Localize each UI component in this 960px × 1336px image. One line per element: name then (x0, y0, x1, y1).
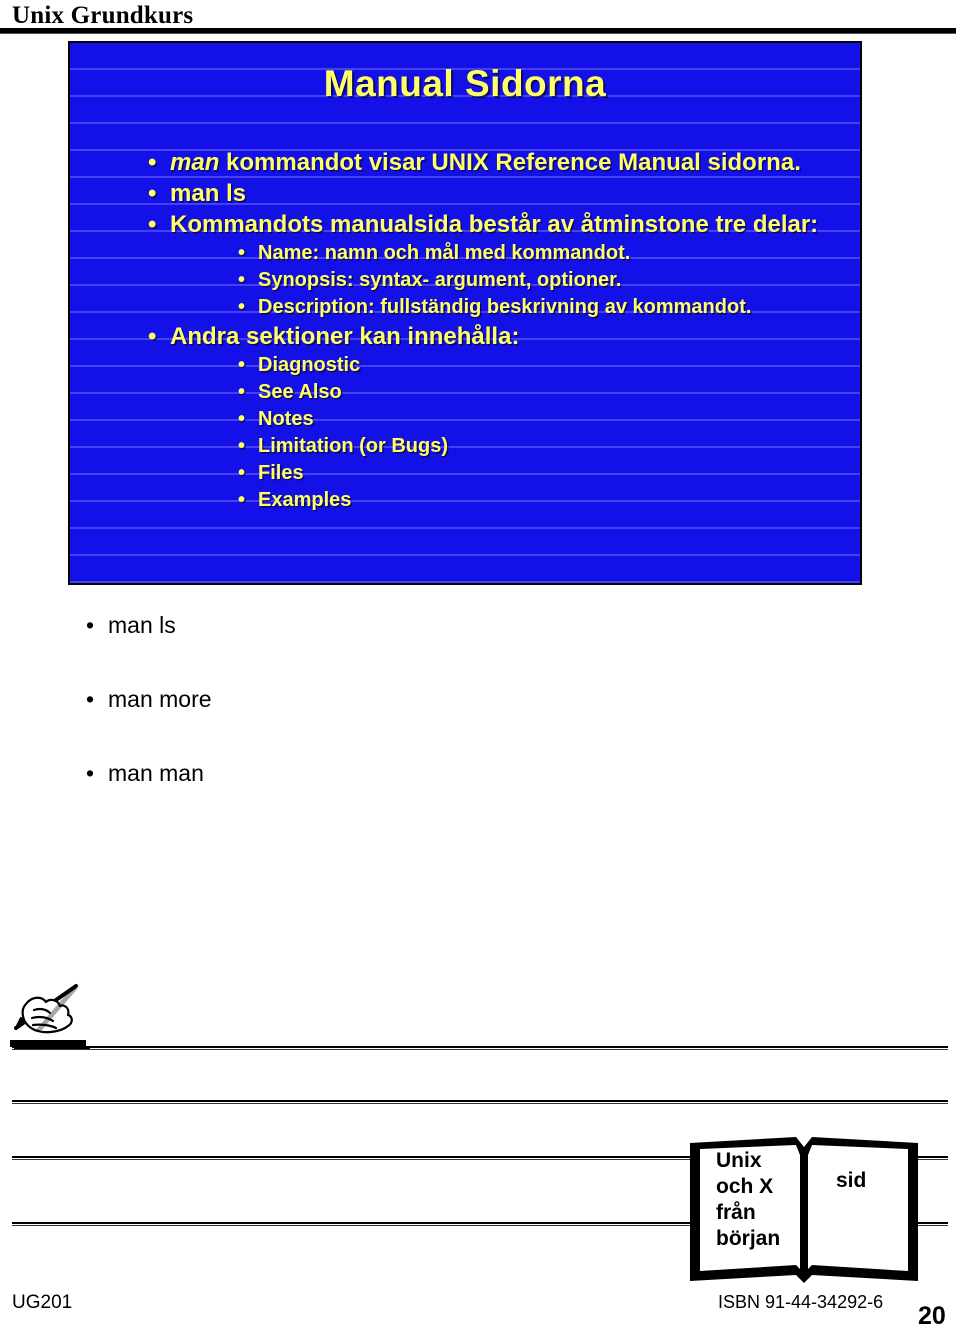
slide-bullet-text: Synopsis: syntax- argument, optioner. (258, 269, 622, 291)
slide-bullet-text: See Also (258, 381, 342, 403)
bullet-dot-icon: • (238, 489, 246, 511)
slide-bullet-item: • Files (238, 460, 860, 487)
slide-bullet-item: • man kommandot visar UNIX Reference Manu… (148, 147, 860, 178)
slide-bullet-text: man kommandot visar UNIX Reference Manua… (170, 149, 801, 176)
slide-title: Manual Sidorna (323, 63, 607, 104)
slide-bullet-item: • Notes (238, 406, 860, 433)
notes-list: • man ls • man more • man man (0, 610, 960, 832)
note-text: man man (108, 760, 204, 786)
slide-bullet-item: • Kommandots manualsida består av åtminst… (148, 209, 860, 240)
bullet-dot-icon: • (86, 686, 95, 712)
book-left-page-text: Unix och X från början (716, 1148, 800, 1252)
slide-bullet-text: Name: namn och mål med kommandot. (258, 242, 631, 264)
footer-isbn: ISBN 91-44-34292-6 (718, 1292, 884, 1312)
slide-bullet-item: • man ls (148, 178, 860, 209)
slide-bullet-text: Description: fullständig beskrivning av … (258, 296, 752, 318)
hand-icon-underline (10, 1040, 86, 1047)
bullet-dot-icon: • (86, 760, 95, 786)
course-title: Unix Grundkurs (12, 2, 194, 29)
note-item: • man ls (86, 610, 960, 640)
bullet-dot-icon: • (148, 211, 157, 238)
bullet-dot-icon: • (238, 296, 246, 318)
slide-bullet-text: Kommandots manualsida består av åtminsto… (170, 211, 819, 238)
bullet-dot-icon: • (238, 408, 246, 430)
bullet-dot-icon: • (86, 612, 95, 638)
slide-bullet-text: Files (258, 462, 304, 484)
ruled-line-2-thin (12, 1103, 948, 1104)
note-text: man ls (108, 612, 176, 638)
slide-bullet-list: • man kommandot visar UNIX Reference Manu… (70, 147, 860, 514)
book-left-page-line: från (716, 1201, 756, 1224)
slide-bullet-item: • Examples (238, 487, 860, 514)
bullet-dot-icon: • (148, 323, 157, 350)
bullet-dot-icon: • (238, 269, 246, 291)
book-right-page-text: sid (836, 1169, 867, 1192)
hand-writing-icon (8, 978, 98, 1040)
slide-bullet-text: man ls (170, 180, 247, 207)
ruled-line-2 (12, 1100, 948, 1102)
slide-bullet-text: Diagnostic (258, 354, 361, 376)
book-left-page-line: Unix (716, 1149, 762, 1172)
bullet-dot-icon: • (238, 435, 246, 457)
slide-bullet-text: Andra sektioner kan innehålla: (170, 323, 520, 350)
slide-panel: Manual Sidorna • man kommandot visar UNIX… (68, 41, 862, 585)
book-left-page-line: början (716, 1227, 781, 1250)
page-number: 20 (918, 1302, 946, 1330)
slide-bullet-item: • Synopsis: syntax- argument, optioner. (238, 267, 860, 294)
slide-bullet-item: • Description: fullständig beskrivning av… (238, 294, 860, 321)
footer-course-code: UG201 (12, 1292, 73, 1313)
slide-bullet-text: Limitation (or Bugs) (258, 435, 448, 457)
bullet-dot-icon: • (238, 242, 246, 264)
bullet-dot-icon: • (148, 149, 157, 176)
ruled-line-1-thin (12, 1049, 948, 1050)
hand-icon-underline-thin (14, 1047, 90, 1049)
slide-content: Manual Sidorna • man kommandot visar UNIX… (70, 63, 860, 514)
slide-bullet-item: • Name: namn och mål med kommandot. (238, 240, 860, 267)
slide-bullet-item: • Limitation (or Bugs) (238, 433, 860, 460)
note-item: • man more (86, 684, 960, 714)
book-left-page-line: och X (716, 1175, 774, 1198)
slide-bullet-item: • See Also (238, 379, 860, 406)
bullet-dot-icon: • (148, 180, 157, 207)
bullet-dot-icon: • (238, 354, 246, 376)
slide-bullet-emphasis: man (170, 149, 220, 176)
slide-bullet-text: Notes (258, 408, 314, 430)
header-divider-thin (0, 33, 956, 34)
bullet-dot-icon: • (238, 462, 246, 484)
slide-bullet-item: • Diagnostic (238, 352, 860, 379)
slide-bullet-text: Examples (258, 489, 352, 511)
bullet-dot-icon: • (238, 381, 246, 403)
note-text: man more (108, 686, 212, 712)
note-item: • man man (86, 758, 960, 788)
slide-bullet-item: • Andra sektioner kan innehålla: (148, 321, 860, 352)
title-spacer (70, 105, 860, 147)
ruled-line-1 (12, 1046, 948, 1048)
